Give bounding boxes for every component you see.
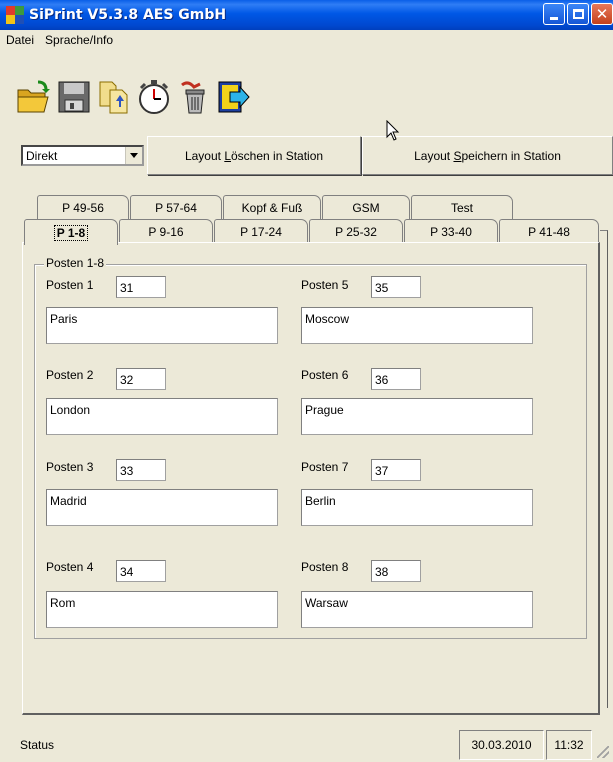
- posten-4-city-field[interactable]: Rom: [46, 591, 278, 628]
- status-text: Status: [20, 738, 55, 752]
- posten-6-number-field[interactable]: 36: [371, 368, 421, 390]
- status-bar: Status 30.03.2010 11:32: [0, 726, 613, 762]
- maximize-icon: [572, 9, 584, 19]
- toolbar: [14, 77, 254, 117]
- copy-documents-icon: [99, 81, 128, 114]
- posten-7-number-field[interactable]: 37: [371, 459, 421, 481]
- close-button[interactable]: ✕: [591, 3, 613, 25]
- tab-kopf-fuss[interactable]: Kopf & Fuß: [223, 195, 321, 219]
- tab-p25-32[interactable]: P 25-32: [309, 219, 403, 243]
- posten-6-city-field[interactable]: Prague: [301, 398, 533, 435]
- title-bar[interactable]: SiPrint V5.3.8 AES GmbH ✕: [0, 0, 613, 30]
- app-icon[interactable]: [6, 6, 24, 24]
- close-icon: ✕: [595, 4, 609, 23]
- tab-p49-56[interactable]: P 49-56: [37, 195, 129, 219]
- posten-3-label: Posten 3: [46, 460, 94, 474]
- copy-button[interactable]: [94, 77, 134, 117]
- posten-1-city-field[interactable]: Paris: [46, 307, 278, 344]
- timer-button[interactable]: [134, 77, 174, 117]
- tab-p41-48[interactable]: P 41-48: [499, 219, 599, 243]
- exit-button[interactable]: [214, 77, 254, 117]
- chevron-down-icon: [130, 153, 138, 158]
- posten-4-number-field[interactable]: 34: [116, 560, 166, 582]
- tab-test[interactable]: Test: [411, 195, 513, 219]
- status-date: 30.03.2010: [459, 730, 544, 760]
- posten-5-city-field[interactable]: Moscow: [301, 307, 533, 344]
- tab-p57-64[interactable]: P 57-64: [130, 195, 222, 219]
- delete-trash-icon: [181, 81, 205, 114]
- window-title: SiPrint V5.3.8 AES GmbH: [29, 7, 227, 23]
- layout-delete-button[interactable]: Layout Löschen in Station: [147, 136, 361, 175]
- posten-8-label: Posten 8: [301, 560, 349, 574]
- posten-7-city-field[interactable]: Berlin: [301, 489, 533, 526]
- posten-2-number-field[interactable]: 32: [116, 368, 166, 390]
- maximize-button[interactable]: [567, 3, 589, 25]
- save-disk-icon: [58, 81, 90, 113]
- posten-8-number-field[interactable]: 38: [371, 560, 421, 582]
- exit-arrow-icon: [218, 81, 250, 113]
- posten-4-label: Posten 4: [46, 560, 94, 574]
- layout-save-label: Layout Speichern in Station: [414, 148, 561, 163]
- mode-select-value: Direkt: [26, 148, 58, 163]
- tab-p9-16[interactable]: P 9-16: [119, 219, 213, 243]
- minimize-button[interactable]: [543, 3, 565, 25]
- posten-2-label: Posten 2: [46, 368, 94, 382]
- posten-1-label: Posten 1: [46, 278, 94, 292]
- tab-p17-24[interactable]: P 17-24: [214, 219, 308, 243]
- posten-3-number-field[interactable]: 33: [116, 459, 166, 481]
- posten-6-label: Posten 6: [301, 368, 349, 382]
- menu-datei[interactable]: Datei: [6, 33, 34, 47]
- tab-panel-edge: [600, 230, 608, 708]
- mouse-cursor-icon: [386, 120, 400, 141]
- delete-button[interactable]: [174, 77, 214, 117]
- mode-select[interactable]: Direkt: [21, 145, 144, 166]
- resize-grip[interactable]: [597, 746, 609, 758]
- posten-1-number-field[interactable]: 31: [116, 276, 166, 298]
- menu-bar: Datei Sprache/Info: [0, 30, 613, 50]
- minimize-icon: [550, 16, 558, 20]
- status-time: 11:32: [546, 730, 592, 760]
- posten-5-number-field[interactable]: 35: [371, 276, 421, 298]
- tab-p1-8[interactable]: P 1-8: [24, 219, 118, 245]
- dropdown-button[interactable]: [125, 147, 142, 164]
- posten-3-city-field[interactable]: Madrid: [46, 489, 278, 526]
- open-folder-icon: [17, 80, 50, 113]
- save-button[interactable]: [54, 77, 94, 117]
- open-button[interactable]: [14, 77, 54, 117]
- layout-delete-label: Layout Löschen in Station: [184, 148, 324, 163]
- groupbox-title: Posten 1-8: [44, 256, 107, 270]
- posten-2-city-field[interactable]: London: [46, 398, 278, 435]
- menu-sprache-info[interactable]: Sprache/Info: [45, 33, 113, 47]
- tab-p33-40[interactable]: P 33-40: [404, 219, 498, 243]
- posten-5-label: Posten 5: [301, 278, 349, 292]
- posten-8-city-field[interactable]: Warsaw: [301, 591, 533, 628]
- stopwatch-icon: [139, 80, 169, 114]
- tab-gsm[interactable]: GSM: [322, 195, 410, 219]
- posten-7-label: Posten 7: [301, 460, 349, 474]
